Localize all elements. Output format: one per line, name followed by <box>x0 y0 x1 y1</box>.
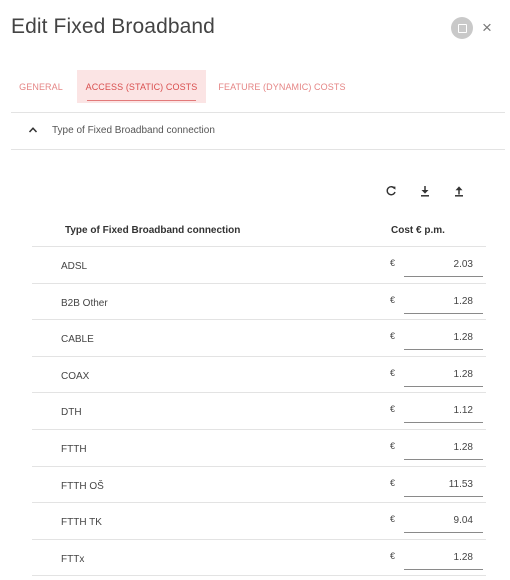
table-row: FTTH € 1.28 <box>32 430 486 467</box>
currency-symbol: € <box>390 514 396 525</box>
cost-input[interactable]: 11.53 <box>404 473 483 497</box>
currency-symbol: € <box>390 367 396 378</box>
connection-type: FTTH TK <box>61 517 102 529</box>
currency-symbol: € <box>390 331 396 342</box>
table-row: B2B Other € 1.28 <box>32 284 486 321</box>
tab-label: FEATURE (DYNAMIC) COSTS <box>218 81 346 92</box>
upload-icon[interactable] <box>451 183 467 199</box>
window-icon[interactable] <box>451 17 473 39</box>
dialog-header: Edit Fixed Broadband × <box>0 0 510 58</box>
connection-type: CABLE <box>61 334 94 346</box>
cost-input[interactable]: 1.28 <box>404 546 483 570</box>
table-row: FTTx € 1.28 <box>32 540 486 577</box>
cost-input[interactable]: 1.28 <box>404 436 483 460</box>
currency-symbol: € <box>390 258 396 268</box>
table-header: Type of Fixed Broadband connection Cost … <box>32 213 486 247</box>
currency-symbol: € <box>390 440 396 451</box>
table-row: DTH € 1.12 <box>32 393 486 430</box>
table-row: ADSL € 2.03 <box>32 247 486 284</box>
refresh-icon[interactable] <box>383 183 399 199</box>
section-title: Type of Fixed Broadband connection <box>52 125 215 136</box>
currency-symbol: € <box>390 294 396 305</box>
table-row: FTTH OŠ € 11.53 <box>32 467 486 504</box>
cost-input[interactable]: 1.12 <box>404 399 483 424</box>
tab-feature-dynamic-costs[interactable]: FEATURE (DYNAMIC) COSTS <box>216 70 348 103</box>
cost-table: Type of Fixed Broadband connection Cost … <box>32 213 486 577</box>
currency-symbol: € <box>390 404 396 415</box>
cost-input[interactable]: 1.28 <box>404 363 483 387</box>
download-icon[interactable] <box>417 183 433 199</box>
connection-type: ADSL <box>61 261 88 272</box>
cost-input[interactable]: 1.28 <box>404 290 483 314</box>
table-row: CABLE € 1.28 <box>32 320 486 357</box>
table-row: COAX € 1.28 <box>32 357 486 394</box>
connection-type: B2B Other <box>61 297 108 309</box>
tab-access-static-costs[interactable]: ACCESS (STATIC) COSTS <box>77 70 206 103</box>
tab-bar: GENERAL ACCESS (STATIC) COSTS FEATURE (D… <box>11 70 501 103</box>
dialog-title: Edit Fixed Broadband <box>11 15 215 38</box>
connection-type: FTTx <box>61 553 85 565</box>
column-header-type: Type of Fixed Broadband connection <box>65 225 241 236</box>
divider <box>11 149 505 150</box>
tab-label: GENERAL <box>19 81 63 92</box>
chevron-up-icon[interactable] <box>28 125 38 135</box>
column-header-cost: Cost € p.m. <box>391 225 445 236</box>
close-icon[interactable]: × <box>482 18 492 38</box>
tab-label: ACCESS (STATIC) COSTS <box>85 81 198 92</box>
connection-type: COAX <box>61 370 90 382</box>
cost-input[interactable]: 2.03 <box>404 253 483 277</box>
tab-general[interactable]: GENERAL <box>11 70 71 103</box>
connection-type: DTH <box>61 407 82 419</box>
connection-type: FTTH OŠ <box>61 480 104 492</box>
section-header[interactable]: Type of Fixed Broadband connection <box>11 113 505 149</box>
cost-input[interactable]: 1.28 <box>404 326 483 351</box>
cost-input[interactable]: 9.04 <box>404 509 483 534</box>
connection-type: FTTH <box>61 443 87 455</box>
table-row: FTTH TK € 9.04 <box>32 503 486 540</box>
currency-symbol: € <box>390 550 396 561</box>
currency-symbol: € <box>390 477 396 488</box>
